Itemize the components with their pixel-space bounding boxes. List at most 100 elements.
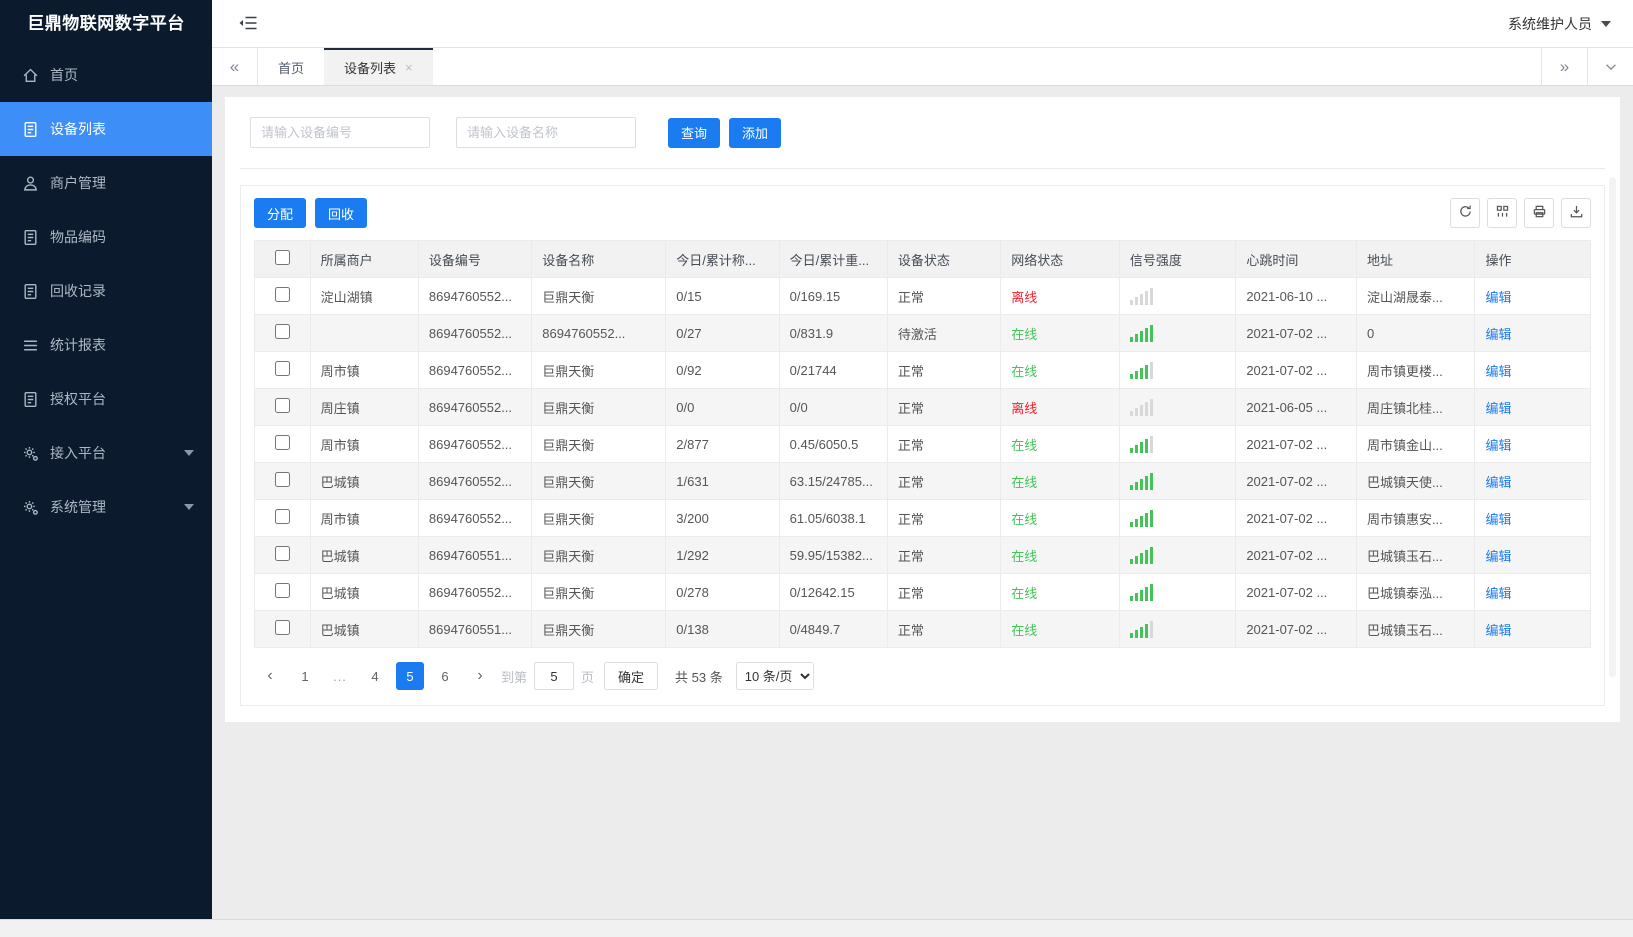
edit-link[interactable]: 编辑	[1485, 438, 1511, 453]
row-checkbox[interactable]	[274, 435, 290, 450]
refresh-button[interactable]	[1450, 198, 1480, 228]
page-button-5[interactable]: 5	[396, 662, 424, 690]
sidebar-item-接入平台[interactable]: 接入平台	[0, 426, 212, 480]
cell-device-no: 8694760552...	[417, 499, 533, 537]
cell-signal	[1118, 462, 1237, 500]
doc-icon	[22, 121, 39, 138]
assign-button[interactable]: 分配	[254, 198, 307, 228]
cell-count: 3/200	[665, 499, 780, 537]
tab-设备列表[interactable]: 设备列表 ×	[324, 48, 433, 85]
row-checkbox[interactable]	[274, 472, 290, 487]
row-checkbox[interactable]	[274, 287, 290, 302]
cell-weight: 61.05/6038.1	[778, 499, 888, 537]
tabs-scroll-left-icon[interactable]: «	[212, 48, 258, 85]
chevron-down-icon	[184, 450, 194, 456]
sidebar-item-首页[interactable]: 首页	[0, 48, 212, 102]
cell-signal	[1118, 425, 1237, 463]
page-button-4[interactable]: 4	[361, 662, 389, 690]
device-table: 所属商户 设备编号 设备名称 今日/累计称... 今日/累计重... 设备状态 网络状态 信号…	[254, 240, 1591, 648]
cell-count: 0/138	[665, 610, 780, 648]
cell-device-name: 巨鼎天衡	[531, 425, 667, 463]
sidebar-item-系统管理[interactable]: 系统管理	[0, 480, 212, 534]
tab-label: 首页	[278, 61, 305, 76]
row-checkbox[interactable]	[274, 583, 290, 598]
signal-bars-icon	[1129, 472, 1225, 490]
query-button[interactable]: 查询	[668, 117, 721, 148]
edit-link[interactable]: 编辑	[1485, 586, 1511, 601]
bulk-actions: 分配 回收	[254, 198, 368, 228]
select-all-checkbox[interactable]	[274, 250, 290, 265]
add-button[interactable]: 添加	[729, 117, 782, 148]
row-checkbox[interactable]	[274, 509, 290, 524]
signal-bars-icon	[1129, 435, 1225, 453]
pagination: ‹1... 456› 到第 页确定共 53 条 10 条/页	[254, 648, 1591, 705]
cell-weight: 59.95/15382...	[778, 536, 888, 574]
cell-signal	[1118, 573, 1237, 611]
horizontal-scrollbar[interactable]	[0, 919, 1633, 937]
cell-device-name: 巨鼎天衡	[531, 351, 667, 389]
sidebar-item-回收记录[interactable]: 回收记录	[0, 264, 212, 318]
row-checkbox[interactable]	[274, 620, 290, 635]
row-checkbox[interactable]	[274, 324, 290, 339]
device-no-input[interactable]	[250, 117, 430, 148]
download-button[interactable]	[1561, 198, 1591, 228]
goto-page-input[interactable]	[534, 662, 575, 690]
prev-page-icon[interactable]: ‹	[256, 662, 284, 690]
fold-menu-icon[interactable]	[238, 15, 260, 33]
cell-count: 0/278	[665, 573, 780, 611]
cell-merchant: 巴城镇	[309, 536, 419, 574]
sidebar-item-label: 授权平台	[50, 391, 106, 407]
cell-device-no: 8694760552...	[417, 277, 533, 315]
tab-label: 设备列表	[344, 61, 397, 76]
chevron-down-icon	[184, 504, 194, 510]
row-checkbox[interactable]	[274, 546, 290, 561]
edit-link[interactable]: 编辑	[1485, 364, 1511, 379]
cell-signal	[1118, 536, 1237, 574]
signal-bars-icon	[1129, 324, 1225, 342]
sidebar-item-统计报表[interactable]: 统计报表	[0, 318, 212, 372]
table-row: 8694760552... 8694760552... 0/27 0/831.9 待激活…	[254, 314, 1591, 352]
panel-scrollbar[interactable]	[1609, 177, 1616, 677]
cell-net-status: 在线	[1000, 573, 1120, 611]
table-toolbar: 分配 回收	[254, 198, 1591, 228]
cell-address: 周市镇惠安...	[1355, 499, 1476, 537]
sidebar-item-设备列表[interactable]: 设备列表	[0, 102, 212, 156]
row-checkbox[interactable]	[274, 361, 290, 376]
cell-merchant: 巴城镇	[309, 610, 419, 648]
edit-link[interactable]: 编辑	[1485, 512, 1511, 527]
confirm-button[interactable]: 确定	[604, 662, 659, 690]
next-page-icon[interactable]: ›	[466, 662, 494, 690]
column-header: 所属商户	[309, 240, 419, 278]
edit-link[interactable]: 编辑	[1485, 401, 1511, 416]
page-button-6[interactable]: 6	[431, 662, 459, 690]
recycle-button[interactable]: 回收	[315, 198, 368, 228]
print-button[interactable]	[1524, 198, 1554, 228]
user-menu[interactable]: 系统维护人员	[1508, 14, 1611, 34]
page-button-1[interactable]: 1	[291, 662, 319, 690]
tab-首页[interactable]: 首页	[258, 48, 324, 85]
sidebar-item-商户管理[interactable]: 商户管理	[0, 156, 212, 210]
edit-link[interactable]: 编辑	[1485, 327, 1511, 342]
sidebar-item-物品编码[interactable]: 物品编码	[0, 210, 212, 264]
device-name-input[interactable]	[456, 117, 636, 148]
page-size-select[interactable]: 10 条/页	[735, 662, 814, 690]
tabs: 首页 设备列表 ×	[258, 48, 433, 85]
edit-link[interactable]: 编辑	[1485, 549, 1511, 564]
edit-link[interactable]: 编辑	[1485, 475, 1511, 490]
row-checkbox[interactable]	[274, 398, 290, 413]
cell-heartbeat: 2021-06-05 ...	[1235, 388, 1357, 426]
topbar: 系统维护人员	[212, 0, 1633, 48]
column-header: 设备状态	[886, 240, 1002, 278]
cell-device-name: 8694760552...	[531, 314, 667, 352]
table-row: 周庄镇 8694760552... 巨鼎天衡 0/0 0/0 正常 离线 2021-06-05…	[254, 388, 1591, 426]
edit-link[interactable]: 编辑	[1485, 290, 1511, 305]
edit-link[interactable]: 编辑	[1485, 623, 1511, 638]
signal-bars-icon	[1129, 546, 1225, 564]
columns-button[interactable]	[1487, 198, 1517, 228]
sidebar-item-授权平台[interactable]: 授权平台	[0, 372, 212, 426]
tabs-scroll-right-icon[interactable]: »	[1541, 48, 1587, 85]
close-icon[interactable]: ×	[405, 60, 413, 75]
tabs-more-icon[interactable]	[1587, 48, 1633, 85]
search-buttons: 查询 添加	[668, 117, 782, 148]
cell-address: 周市镇更楼...	[1355, 351, 1476, 389]
